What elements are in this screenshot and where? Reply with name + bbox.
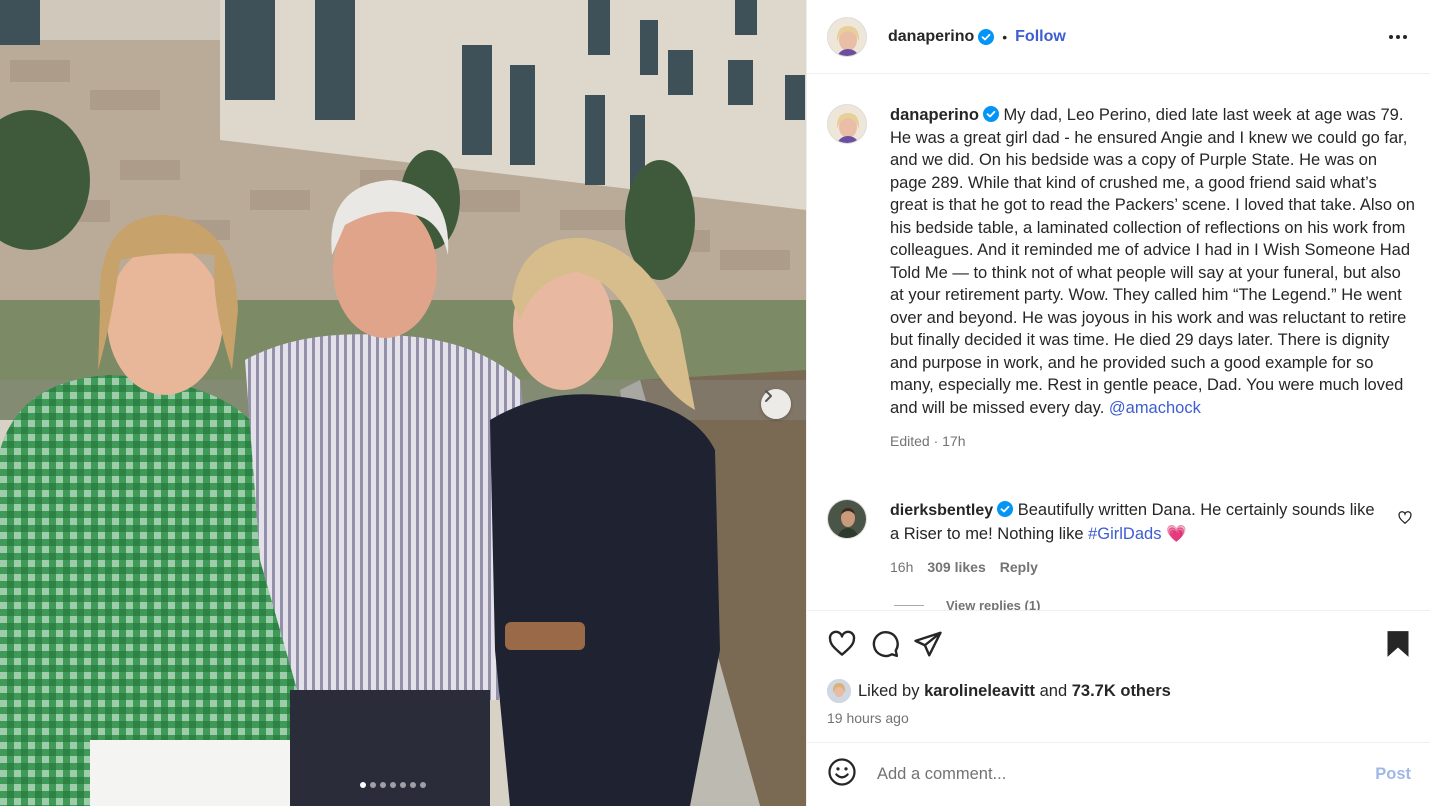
comment-time: 16h xyxy=(890,559,914,575)
carousel-dot xyxy=(370,782,376,788)
caption-body: danaperino My dad, Leo Perino, died late… xyxy=(890,104,1415,453)
author-avatar[interactable] xyxy=(827,16,867,57)
verified-badge-icon xyxy=(982,106,999,122)
avatar-image xyxy=(828,105,866,143)
caption-mention-link[interactable]: @amachock xyxy=(1109,399,1201,417)
comment-like-button[interactable] xyxy=(1398,511,1412,530)
heart-outline-icon xyxy=(1398,511,1412,525)
avatar-image xyxy=(828,17,866,56)
action-icons-group xyxy=(827,629,943,659)
heart-emoji: 💗 xyxy=(1166,524,1187,543)
share-button[interactable] xyxy=(913,629,943,659)
comment-reply-button[interactable]: Reply xyxy=(1000,556,1038,579)
liker-username[interactable]: karolineleavitt xyxy=(924,682,1035,701)
likes-middle: and xyxy=(1039,681,1068,700)
comment-input[interactable] xyxy=(877,765,1347,784)
carousel-indicator xyxy=(360,782,426,788)
post-panel: danaperino • Follow danaperino My dad, L… xyxy=(806,0,1430,806)
comment-hashtag-link[interactable]: #GirlDads xyxy=(1088,525,1161,543)
post-comment-button[interactable]: Post xyxy=(1375,765,1411,784)
chevron-right-icon xyxy=(765,390,772,402)
emoji-button[interactable] xyxy=(827,757,857,792)
view-replies-button[interactable]: View replies (1) xyxy=(894,598,1040,610)
carousel-dot xyxy=(380,782,386,788)
view-replies-label: View replies (1) xyxy=(946,598,1041,610)
carousel-dot xyxy=(360,782,366,788)
caption: danaperino My dad, Leo Perino, died late… xyxy=(827,104,1417,453)
post-actions: Liked by karolineleavitt and 73.7K other… xyxy=(807,610,1430,742)
comment-meta: 16h 309 likes Reply xyxy=(890,556,1380,579)
commenter-avatar[interactable] xyxy=(827,499,867,539)
paper-plane-icon xyxy=(914,631,942,657)
comment-likes-count[interactable]: 309 likes xyxy=(927,556,985,579)
save-button[interactable] xyxy=(1385,630,1411,658)
next-slide-button[interactable] xyxy=(761,389,791,419)
likes-summary: Liked by karolineleavitt and 73.7K other… xyxy=(827,679,1171,703)
verified-badge-icon xyxy=(978,28,995,45)
add-comment-bar: Post xyxy=(807,742,1430,806)
liker-avatar[interactable] xyxy=(827,679,851,703)
likes-count[interactable]: 73.7K others xyxy=(1072,682,1171,701)
comments-scroll-area[interactable]: danaperino My dad, Leo Perino, died late… xyxy=(807,75,1430,610)
comment-body: dierksbentley Beautifully written Dana. … xyxy=(890,499,1380,579)
avatar-image xyxy=(828,500,866,538)
post-header: danaperino • Follow xyxy=(807,0,1430,74)
comment-button[interactable] xyxy=(870,629,900,659)
replies-divider-line xyxy=(894,605,924,606)
likes-prefix: Liked by xyxy=(858,681,920,700)
avatar-image xyxy=(827,679,851,703)
author-username[interactable]: danaperino xyxy=(888,28,974,46)
caption-author-username[interactable]: danaperino xyxy=(890,106,979,124)
follow-button[interactable]: Follow xyxy=(1015,28,1066,46)
comment-item: dierksbentley Beautifully written Dana. … xyxy=(827,499,1417,579)
separator-dot: • xyxy=(1002,28,1008,45)
post-time-ago[interactable]: 19 hours ago xyxy=(827,710,909,726)
commenter-username[interactable]: dierksbentley xyxy=(890,502,993,519)
smiley-face-icon xyxy=(828,758,856,786)
carousel-dot xyxy=(420,782,426,788)
carousel-dot xyxy=(410,782,416,788)
more-horizontal-icon xyxy=(1389,35,1407,39)
more-options-button[interactable] xyxy=(1387,26,1409,53)
caption-author-avatar[interactable] xyxy=(827,104,867,144)
photo-illustration xyxy=(0,0,806,806)
caption-text: My dad, Leo Perino, died late last week … xyxy=(890,106,1415,417)
carousel-dot xyxy=(400,782,406,788)
post-photo[interactable] xyxy=(0,0,806,806)
verified-badge-icon xyxy=(997,501,1014,517)
caption-meta: Edited · 17h xyxy=(890,433,966,449)
heart-outline-icon xyxy=(828,630,856,656)
like-button[interactable] xyxy=(827,629,857,659)
carousel-dot xyxy=(390,782,396,788)
bookmark-filled-icon xyxy=(1387,631,1409,657)
comment-bubble-icon xyxy=(872,631,899,658)
